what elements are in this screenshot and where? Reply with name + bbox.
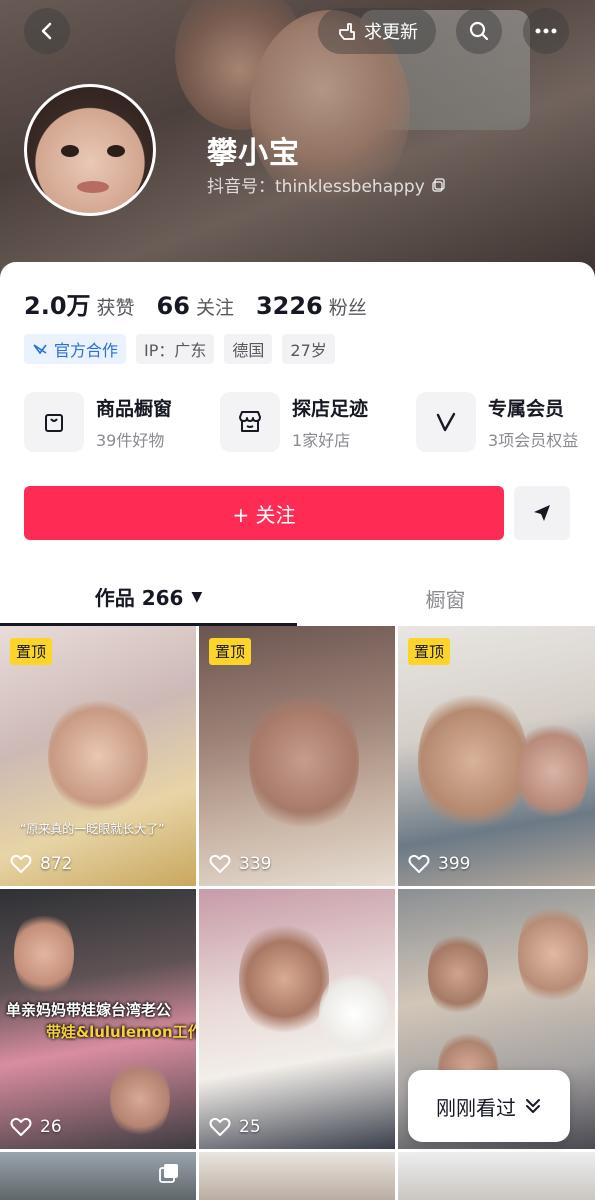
video-card[interactable]: 置顶 399 — [398, 626, 595, 886]
heart-icon — [10, 854, 32, 873]
video-card[interactable]: 单亲妈妈带娃嫁台湾老公 带娃&lululemon工作 26 — [0, 889, 196, 1149]
following-count: 66 — [156, 292, 190, 320]
chevron-left-icon — [41, 22, 52, 40]
double-chevron-down-icon — [526, 1099, 540, 1113]
heart-icon — [209, 1117, 231, 1136]
video-caption: “原来真的一眨眼就长大了” — [20, 822, 165, 836]
pinned-badge: 置顶 — [10, 638, 53, 665]
video-card[interactable] — [0, 1152, 196, 1200]
caret-down-icon: ▼ — [191, 588, 203, 605]
followers-count: 3226 — [255, 292, 323, 320]
video-likes: 339 — [209, 854, 271, 874]
video-card[interactable] — [398, 1152, 595, 1200]
hand-point-icon — [339, 23, 355, 40]
followers-stat[interactable]: 3226 粉丝 — [256, 292, 367, 320]
shop-window-entry[interactable]: 商品橱窗 39件好物 — [24, 392, 172, 452]
video-overlay-subtitle: 带娃&lululemon工作 — [46, 1023, 196, 1041]
tab-works[interactable]: 作品 266 ▼ — [0, 570, 297, 626]
follow-button[interactable]: + 关注 — [24, 486, 504, 540]
request-update-label: 求更新 — [364, 22, 418, 43]
profile-tags: 官方合作 IP：广东 德国 27岁 — [24, 334, 335, 364]
content-tabs: 作品 266 ▼ 橱窗 — [0, 570, 595, 626]
likes-count: 2.0万 — [24, 292, 91, 320]
shopping-bag-icon — [45, 414, 63, 432]
official-tag-label: 官方合作 — [54, 341, 119, 360]
storefront-icon — [239, 411, 262, 432]
video-likes-count: 25 — [239, 1117, 261, 1137]
feature-entries: 商品橱窗 39件好物 探店足迹 1家好店 专属会员 3项会员权益 — [24, 392, 595, 452]
membership-entry[interactable]: 专属会员 3项会员权益 — [416, 392, 578, 452]
video-likes-count: 339 — [239, 854, 272, 874]
likes-stat[interactable]: 2.0万 获赞 — [24, 286, 135, 321]
douyin-id-text: 抖音号：thinklessbehappy — [207, 177, 425, 197]
copy-icon[interactable] — [431, 177, 447, 193]
pinned-badge: 置顶 — [209, 638, 252, 665]
likes-label: 获赞 — [96, 297, 135, 319]
douyin-id[interactable]: 抖音号：thinklessbehappy — [207, 172, 447, 197]
video-likes: 25 — [209, 1117, 261, 1137]
back-button[interactable] — [24, 8, 70, 54]
store-visit-entry[interactable]: 探店足迹 1家好店 — [220, 392, 368, 452]
official-partner-tag[interactable]: 官方合作 — [24, 334, 127, 364]
ip-tag: IP：广东 — [136, 334, 215, 364]
search-icon — [469, 21, 489, 41]
video-likes: 872 — [10, 854, 72, 874]
heart-icon — [408, 854, 430, 873]
shop-window-title: 商品橱窗 — [96, 397, 173, 420]
followers-label: 粉丝 — [328, 297, 367, 319]
membership-sub: 3项会员权益 — [488, 430, 579, 450]
shop-window-sub: 39件好物 — [96, 430, 165, 450]
store-visit-sub: 1家好店 — [292, 430, 351, 450]
more-icon — [535, 28, 557, 34]
video-card[interactable] — [199, 1152, 395, 1200]
search-button[interactable] — [456, 8, 502, 54]
country-tag: 德国 — [224, 334, 273, 364]
more-button[interactable] — [523, 8, 569, 54]
nickname: 攀小宝 — [207, 136, 300, 171]
video-card[interactable]: 置顶 339 — [199, 626, 395, 886]
video-card[interactable]: 置顶 “原来真的一眨眼就长大了” 872 — [0, 626, 196, 886]
video-likes-count: 872 — [40, 854, 73, 874]
send-icon — [534, 505, 550, 521]
following-stat[interactable]: 66 关注 — [157, 292, 234, 320]
age-tag: 27岁 — [282, 334, 335, 364]
request-update-button[interactable]: 求更新 — [318, 8, 436, 54]
profile-stats: 2.0万 获赞 66 关注 3226 粉丝 — [24, 286, 389, 321]
video-likes-count: 26 — [40, 1117, 62, 1137]
heart-icon — [10, 1117, 32, 1136]
message-button[interactable] — [514, 486, 570, 540]
video-overlay-title: 单亲妈妈带娃嫁台湾老公 — [6, 1001, 172, 1019]
recently-viewed-label: 刚刚看过 — [436, 1095, 516, 1120]
video-likes: 26 — [10, 1117, 62, 1137]
tab-showcase[interactable]: 橱窗 — [297, 570, 594, 626]
pinned-badge: 置顶 — [408, 638, 451, 665]
video-likes-count: 399 — [438, 854, 471, 874]
heart-icon — [209, 854, 231, 873]
store-visit-title: 探店足迹 — [292, 397, 369, 420]
following-label: 关注 — [195, 297, 234, 319]
video-card[interactable]: 25 — [199, 889, 395, 1149]
tab-works-label: 作品 266 — [94, 586, 184, 610]
video-likes: 399 — [408, 854, 470, 874]
official-icon — [33, 344, 47, 355]
avatar[interactable] — [24, 84, 156, 216]
recently-viewed-button[interactable]: 刚刚看过 — [408, 1070, 570, 1142]
vip-v-icon — [436, 412, 456, 432]
multi-image-icon — [159, 1164, 178, 1183]
membership-title: 专属会员 — [488, 397, 565, 420]
